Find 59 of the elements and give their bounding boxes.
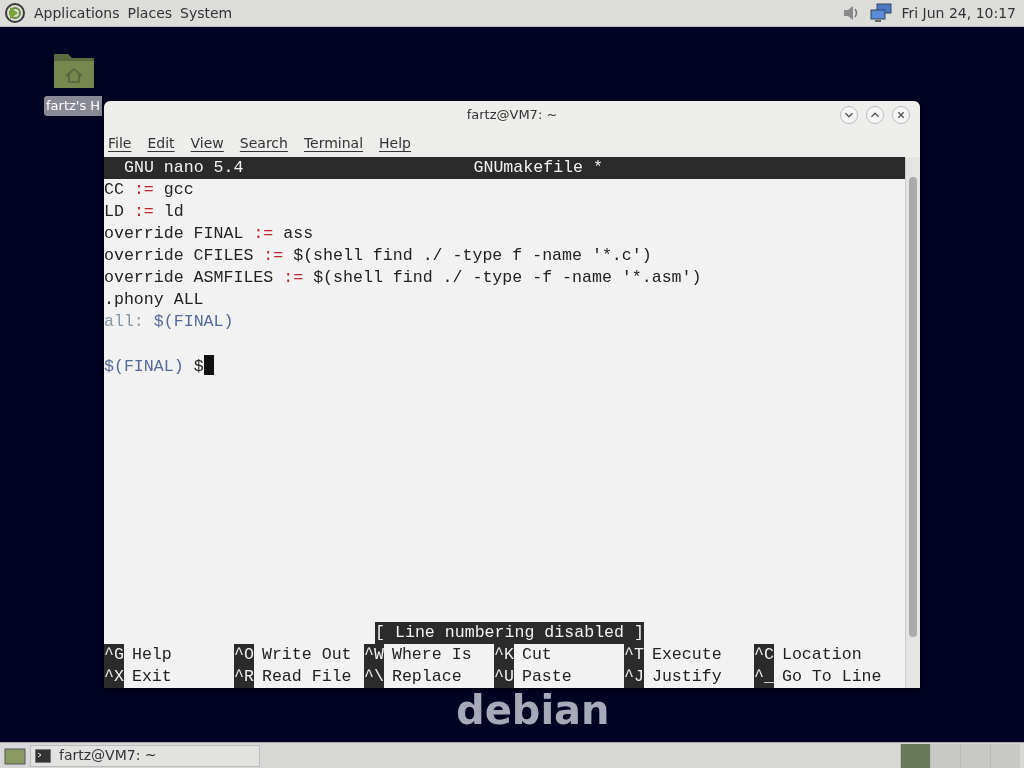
shortcut-label: Read File: [261, 666, 352, 688]
status-message: [ Line numbering disabled ]: [375, 622, 644, 644]
menu-item[interactable]: Edit: [147, 132, 175, 154]
shortcut-key: ^X: [104, 666, 124, 688]
file-name: GNUmakefile *: [473, 157, 603, 179]
editor-version: GNU nano 5.4: [124, 157, 244, 179]
close-button[interactable]: [892, 106, 910, 124]
shortcut-label: Location: [781, 644, 862, 666]
code-line: override CFILES := $(shell find ./ -type f -name '*.c'): [104, 246, 652, 265]
window-title: fartz@VM7: ~: [466, 106, 558, 125]
minimize-button[interactable]: [840, 106, 858, 124]
shortcut-label: Where Is: [391, 644, 472, 666]
shortcut-key: ^C: [754, 644, 774, 666]
shortcut-key: ^W: [364, 644, 384, 666]
shortcut-label: Paste: [521, 666, 572, 688]
terminal-icon: [35, 748, 51, 763]
panel-menu[interactable]: System: [176, 2, 237, 24]
shortcut-label: Exit: [131, 666, 172, 688]
scrollbar-thumb[interactable]: [909, 177, 917, 637]
shortcut-label: Write Out: [261, 644, 352, 666]
menu-item[interactable]: Terminal: [303, 132, 364, 154]
clock[interactable]: Fri Jun 24, 10:17: [901, 2, 1020, 24]
shortcut-label: Help: [131, 644, 172, 666]
network-icon[interactable]: [869, 3, 894, 23]
code-line: .phony ALL: [104, 290, 204, 309]
shortcut-label: Go To Line: [781, 666, 882, 688]
text-cursor: [203, 355, 214, 375]
shortcut-label: Justify: [651, 666, 722, 688]
taskbar-button[interactable]: fartz@VM7: ~: [30, 744, 260, 767]
shortcut-key: ^K: [494, 644, 514, 666]
shortcut-label: Execute: [651, 644, 722, 666]
code-line: all: $(FINAL): [104, 312, 234, 331]
wallpaper-logo-text: debian: [456, 690, 610, 730]
shortcut-label: Replace: [391, 666, 462, 688]
shortcut-key: ^R: [234, 666, 254, 688]
shortcut-key: ^U: [494, 666, 514, 688]
code-line: override FINAL := ass: [104, 224, 314, 243]
shortcut-key: ^T: [624, 644, 644, 666]
menu-logo-icon[interactable]: [4, 2, 26, 24]
workspace-switcher[interactable]: [900, 743, 1020, 768]
show-desktop-icon[interactable]: [4, 745, 26, 766]
panel-menu[interactable]: Places: [123, 2, 177, 24]
code-line: $(FINAL) $: [104, 357, 204, 376]
maximize-button[interactable]: [866, 106, 884, 124]
shortcut-label: Cut: [521, 644, 552, 666]
code-line: override ASMFILES := $(shell find ./ -type -f -name '*.asm'): [104, 268, 702, 287]
shortcut-key: ^G: [104, 644, 124, 666]
scrollbar[interactable]: [905, 157, 920, 688]
shortcut-key: ^J: [624, 666, 644, 688]
panel-menu[interactable]: Applications: [30, 2, 124, 24]
menu-item[interactable]: Help: [379, 132, 411, 154]
code-line: LD := ld: [104, 202, 184, 221]
shortcut-key: ^O: [234, 644, 254, 666]
shortcut-key: ^\: [364, 666, 384, 688]
menu-item[interactable]: View: [190, 132, 224, 154]
menu-item[interactable]: File: [108, 132, 132, 154]
shortcut-key: ^_: [754, 666, 774, 688]
code-line: CC := gcc: [104, 180, 194, 199]
menu-item[interactable]: Search: [239, 132, 288, 154]
